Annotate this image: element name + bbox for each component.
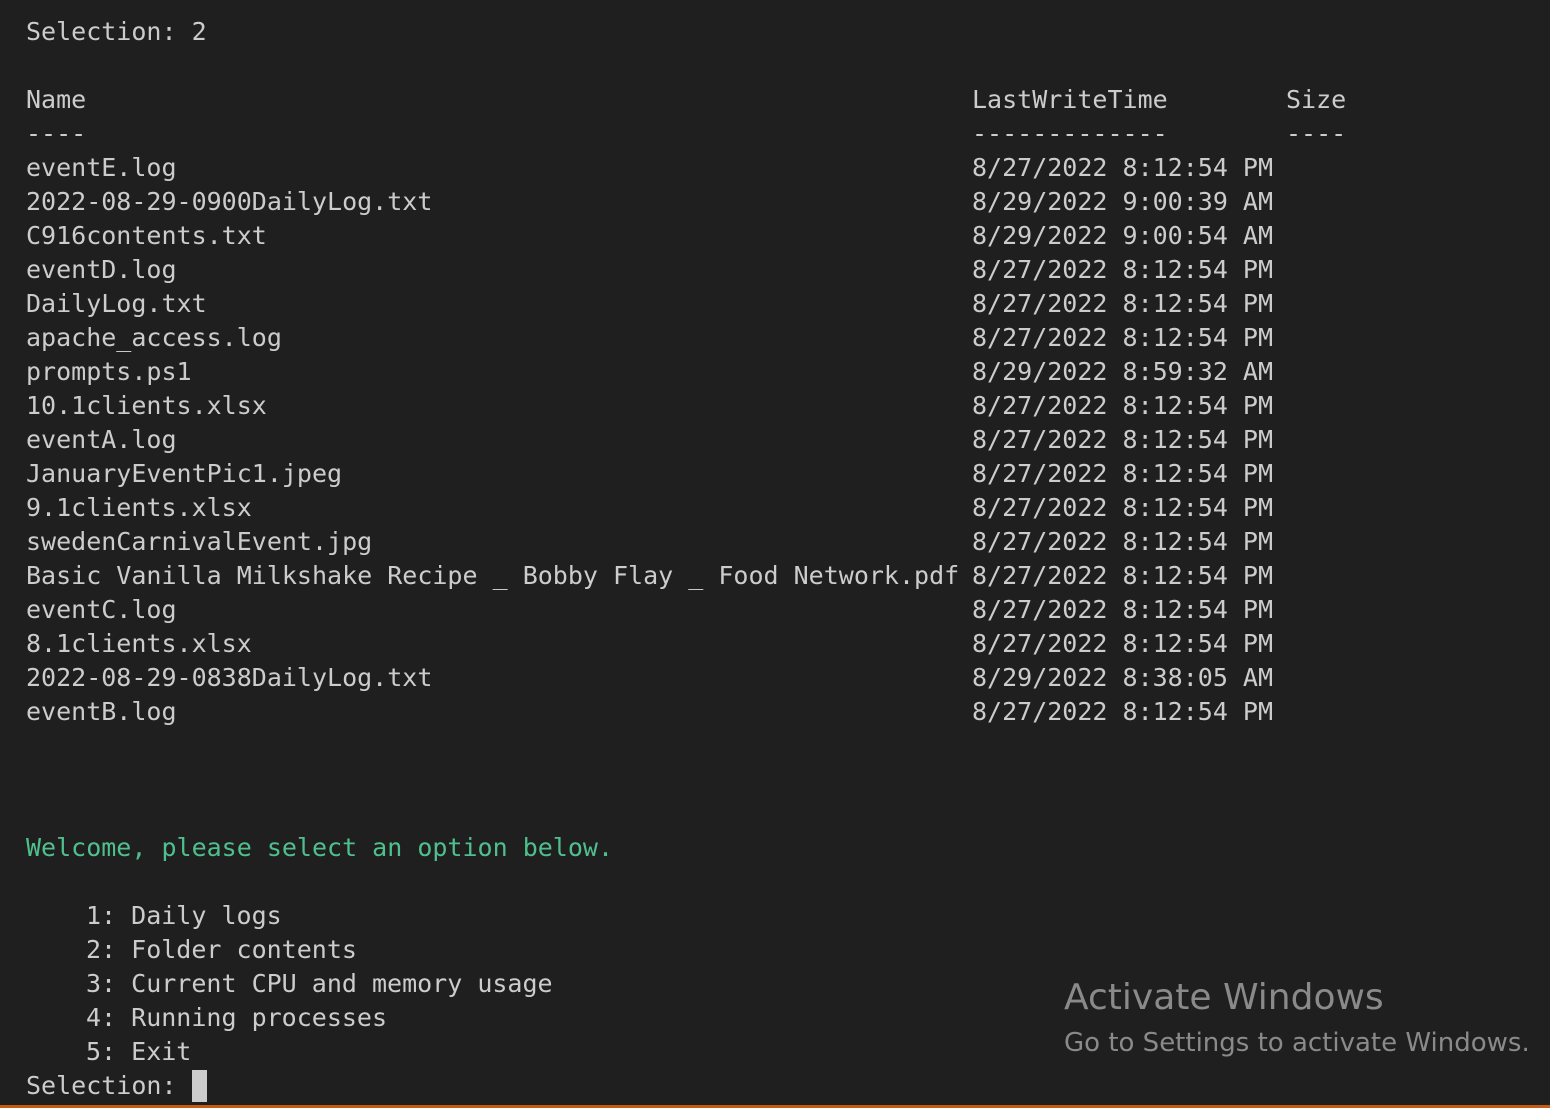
file-name: 2022-08-29-0900DailyLog.txt <box>26 187 433 216</box>
table-header-row: Name LastWriteTime Size <box>26 83 1550 117</box>
file-name: eventC.log <box>26 595 177 624</box>
table-header-underline-row: ---- ------------- ---- <box>26 117 1550 151</box>
file-lastwritetime: 8/27/2022 8:12:54 PM <box>972 561 1274 590</box>
welcome-message: Welcome, please select an option below. <box>26 833 613 862</box>
file-lastwritetime: 8/27/2022 8:12:54 PM <box>972 629 1274 658</box>
menu-option-daily-logs: 1: Daily logs <box>86 901 282 930</box>
file-lastwritetime: 8/27/2022 8:12:54 PM <box>972 697 1274 726</box>
file-name: DailyLog.txt <box>26 289 207 318</box>
file-name: prompts.ps1 <box>26 357 192 386</box>
file-lastwritetime: 8/27/2022 8:12:54 PM <box>972 493 1274 522</box>
file-name: JanuaryEventPic1.jpeg <box>26 459 343 488</box>
selection-prompt-label: Selection: <box>26 1071 192 1100</box>
file-lastwritetime: 8/27/2022 8:12:54 PM <box>972 153 1274 182</box>
column-header-lastwritetime: LastWriteTime <box>972 85 1168 114</box>
file-name: 10.1clients.xlsx <box>26 391 267 420</box>
file-name: Basic Vanilla Milkshake Recipe _ Bobby F… <box>26 561 960 590</box>
column-header-size: Size <box>1286 85 1347 114</box>
file-name: 2022-08-29-0838DailyLog.txt <box>26 663 433 692</box>
text-cursor[interactable] <box>191 1070 207 1102</box>
table-row: JanuaryEventPic1.jpeg 8/27/2022 8:12:54 P… <box>26 457 1550 491</box>
file-lastwritetime: 8/27/2022 8:12:54 PM <box>972 255 1274 284</box>
terminal-window[interactable]: Selection: 2 Name LastWriteTime Size ---… <box>0 0 1550 1108</box>
file-lastwritetime: 8/27/2022 8:12:54 PM <box>972 289 1274 318</box>
file-lastwritetime: 8/29/2022 9:00:39 AM <box>972 187 1274 216</box>
selection-prompt[interactable]: Selection: <box>26 1069 207 1103</box>
activate-windows-watermark: Activate Windows Go to Settings to activ… <box>1064 975 1530 1065</box>
file-name: apache_access.log <box>26 323 282 352</box>
file-name: eventB.log <box>26 697 177 726</box>
table-row: eventB.log 8/27/2022 8:12:54 PM <box>26 695 1550 729</box>
file-name: 9.1clients.xlsx <box>26 493 252 522</box>
file-name: C916contents.txt <box>26 221 267 250</box>
table-row: eventD.log 8/27/2022 8:12:54 PM <box>26 253 1550 287</box>
menu-option-folder-contents: 2: Folder contents <box>86 935 357 964</box>
table-row: eventC.log 8/27/2022 8:12:54 PM <box>26 593 1550 627</box>
file-name: eventD.log <box>26 255 177 284</box>
column-underline-name: ---- <box>26 119 87 148</box>
selection-label: Selection: <box>26 17 177 46</box>
file-lastwritetime: 8/29/2022 8:38:05 AM <box>972 663 1274 692</box>
watermark-subtitle: Go to Settings to activate Windows. <box>1064 1028 1530 1058</box>
table-row: 8.1clients.xlsx 8/27/2022 8:12:54 PM <box>26 627 1550 661</box>
file-lastwritetime: 8/27/2022 8:12:54 PM <box>972 323 1274 352</box>
table-row: 10.1clients.xlsx 8/27/2022 8:12:54 PM <box>26 389 1550 423</box>
table-row: 2022-08-29-0838DailyLog.txt 8/29/2022 8:3… <box>26 661 1550 695</box>
selection-value: 2 <box>191 17 207 46</box>
table-row: C916contents.txt 8/29/2022 9:00:54 AM <box>26 219 1550 253</box>
table-row: prompts.ps1 8/29/2022 8:59:32 AM <box>26 355 1550 389</box>
file-table-body: eventE.log 8/27/2022 8:12:54 PM 2022-08-2… <box>26 151 1550 729</box>
column-header-name: Name <box>26 85 87 114</box>
table-row: 9.1clients.xlsx 8/27/2022 8:12:54 PM <box>26 491 1550 525</box>
table-row: eventE.log 8/27/2022 8:12:54 PM <box>26 151 1550 185</box>
file-lastwritetime: 8/29/2022 8:59:32 AM <box>972 357 1274 386</box>
file-lastwritetime: 8/29/2022 9:00:54 AM <box>972 221 1274 250</box>
watermark-title: Activate Windows <box>1064 977 1384 1018</box>
table-row: Basic Vanilla Milkshake Recipe _ Bobby F… <box>26 559 1550 593</box>
file-lastwritetime: 8/27/2022 8:12:54 PM <box>972 459 1274 488</box>
file-name: 8.1clients.xlsx <box>26 629 252 658</box>
file-lastwritetime: 8/27/2022 8:12:54 PM <box>972 527 1274 556</box>
table-row: apache_access.log 8/27/2022 8:12:54 PM <box>26 321 1550 355</box>
file-lastwritetime: 8/27/2022 8:12:54 PM <box>972 425 1274 454</box>
file-name: eventA.log <box>26 425 177 454</box>
column-underline-lastwritetime: ------------- <box>972 119 1168 148</box>
file-lastwritetime: 8/27/2022 8:12:54 PM <box>972 595 1274 624</box>
file-name: swedenCarnivalEvent.jpg <box>26 527 373 556</box>
previous-selection-line: Selection: 2 <box>26 15 1550 49</box>
table-row: 2022-08-29-0900DailyLog.txt 8/29/2022 9:0… <box>26 185 1550 219</box>
table-row: swedenCarnivalEvent.jpg 8/27/2022 8:12:54… <box>26 525 1550 559</box>
table-row: DailyLog.txt 8/27/2022 8:12:54 PM <box>26 287 1550 321</box>
file-lastwritetime: 8/27/2022 8:12:54 PM <box>972 391 1274 420</box>
table-row: eventA.log 8/27/2022 8:12:54 PM <box>26 423 1550 457</box>
column-underline-size: ---- <box>1286 119 1347 148</box>
file-name: eventE.log <box>26 153 177 182</box>
